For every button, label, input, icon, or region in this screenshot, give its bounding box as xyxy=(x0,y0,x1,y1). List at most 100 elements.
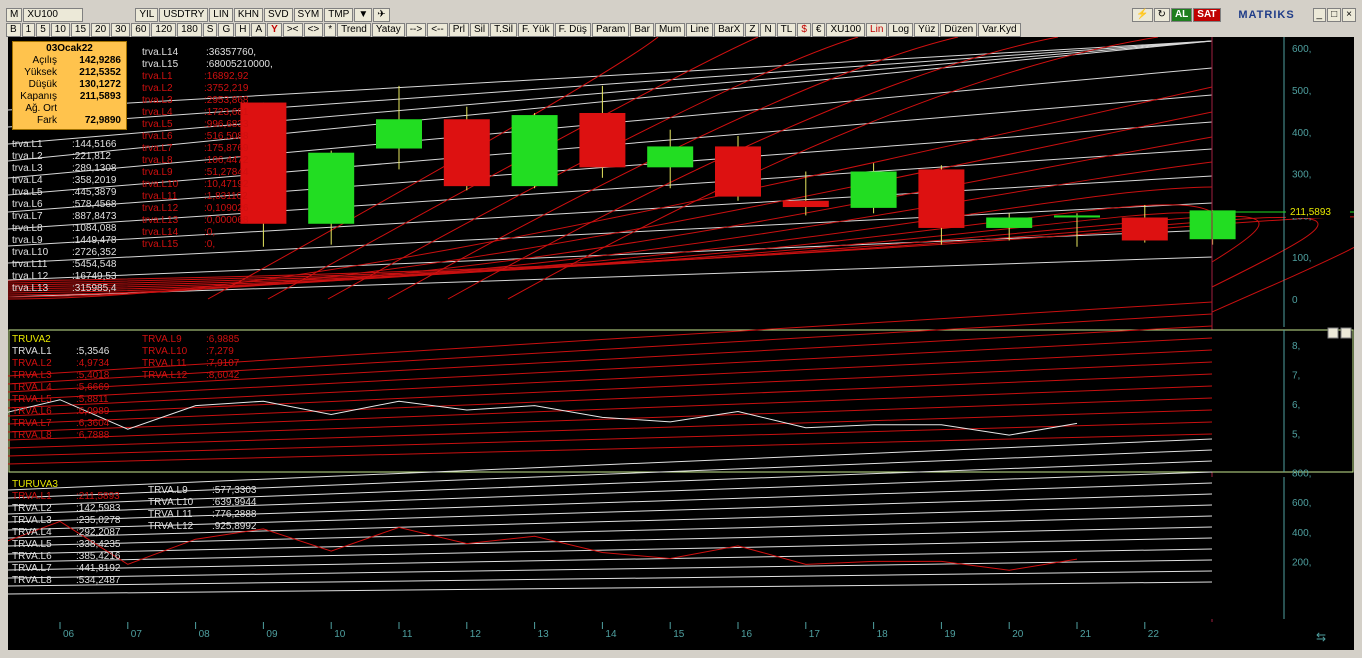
tool-button-15[interactable]: Line xyxy=(686,23,714,37)
truva3-level-label: TRVA.L10 xyxy=(148,497,194,508)
tool-button-2[interactable]: * xyxy=(324,23,337,37)
toolbar-item-usdtry[interactable]: USDTRY xyxy=(159,8,209,22)
period-120[interactable]: 120 xyxy=(151,23,177,37)
tool-button-20[interactable]: $ xyxy=(797,23,811,37)
white-level-label: trva.L6 xyxy=(12,199,43,210)
sell-button[interactable]: SAT xyxy=(1193,8,1221,22)
toolbar-item-tmp[interactable]: TMP xyxy=(324,8,354,22)
red-level-value: :1,831102 xyxy=(204,191,248,202)
tool-button-5[interactable]: --> xyxy=(405,23,427,37)
x-axis-label: 07 xyxy=(131,629,143,640)
chart-type-button[interactable]: M xyxy=(6,8,23,22)
red-level-value: :0,000068 xyxy=(204,215,249,226)
tool-button-27[interactable]: Var.Kyd xyxy=(978,23,1021,37)
truva2-level-label: TRVA.L9 xyxy=(142,334,182,345)
price-axis-label: 400, xyxy=(1292,128,1311,139)
tooltip-row: Açılış 142,9286 xyxy=(13,55,126,67)
period-5[interactable]: 5 xyxy=(36,23,50,37)
toolbar-item-svd[interactable]: SVD xyxy=(263,8,293,22)
toolbar-item-yil[interactable]: YIL xyxy=(135,8,159,22)
red-level-label: trva.L12 xyxy=(142,203,179,214)
red-level-label: trva.L1 xyxy=(142,71,173,82)
truva2-level-label: TRVA.L1 xyxy=(12,346,52,357)
tool-button-23[interactable]: Lin xyxy=(866,23,888,37)
truva3-level-label: TRVA.L11 xyxy=(148,509,193,520)
tool-button-3[interactable]: Trend xyxy=(337,23,371,37)
red-level-label: trva.L13 xyxy=(142,215,179,226)
tool-button-13[interactable]: Bar xyxy=(630,23,654,37)
refresh-icon[interactable]: ↻ xyxy=(1153,8,1170,22)
tool-button-11[interactable]: F. Düş xyxy=(554,23,591,37)
x-axis-label: 19 xyxy=(944,629,956,640)
period-G[interactable]: G xyxy=(218,23,235,37)
period-S[interactable]: S xyxy=(202,23,218,37)
minimize-icon[interactable]: _ xyxy=(1312,8,1327,22)
top-toolbar: M XU100 YIL USDTRY LIN KHN SVD SYM TMP ▼ ✈ ⚡ ↻ AL SAT M… xyxy=(6,7,1356,23)
candle-up xyxy=(850,171,897,208)
tool-button-19[interactable]: TL xyxy=(776,23,797,37)
tooltip-value: 72,9890 xyxy=(84,115,121,126)
tool-button-22[interactable]: XU100 xyxy=(826,23,866,37)
truva2-level-label: TRVA.L5 xyxy=(12,394,52,405)
white-level-label: trva.L13 xyxy=(12,283,49,294)
period-B[interactable]: B xyxy=(6,23,21,37)
tool-button-21[interactable]: € xyxy=(811,23,826,37)
toolbar-item-sym[interactable]: SYM xyxy=(293,8,324,22)
tool-button-4[interactable]: Yatay xyxy=(371,23,405,37)
tool-button-7[interactable]: Prl xyxy=(448,23,469,37)
tool-button-10[interactable]: F. Yük xyxy=(517,23,554,37)
symbol-field[interactable]: XU100 xyxy=(23,8,84,22)
truva2-axis-label: 7, xyxy=(1292,371,1300,382)
period-30[interactable]: 30 xyxy=(111,23,131,37)
tool-button-9[interactable]: T.Sil xyxy=(490,23,517,37)
period-H[interactable]: H xyxy=(235,23,251,37)
candle-up xyxy=(1189,210,1236,240)
tool-button-6[interactable]: <-- xyxy=(427,23,448,37)
buy-button[interactable]: AL xyxy=(1170,8,1193,22)
truva3-level-value: :577,3303 xyxy=(212,485,257,496)
toolbar-item-khn[interactable]: KHN xyxy=(233,8,263,22)
period-20[interactable]: 20 xyxy=(91,23,111,37)
white-level-label: trva.L14 xyxy=(142,47,179,58)
tooltip-label: Açılış xyxy=(32,55,57,66)
period-60[interactable]: 60 xyxy=(131,23,151,37)
period-A[interactable]: A xyxy=(251,23,267,37)
tool-button-14[interactable]: Mum xyxy=(654,23,686,37)
dropdown-icon[interactable]: ▼ xyxy=(354,8,373,22)
tool-button-17[interactable]: Z xyxy=(745,23,760,37)
tool-button-16[interactable]: BarX xyxy=(714,23,745,37)
tool-button-26[interactable]: Düzen xyxy=(940,23,978,37)
period-10[interactable]: 10 xyxy=(50,23,70,37)
truva2-level-label: TRVA.L7 xyxy=(12,418,52,429)
tool-button-25[interactable]: Yüz xyxy=(914,23,940,37)
tool-button-1[interactable]: <> xyxy=(303,23,324,37)
x-axis-label: 17 xyxy=(809,629,821,640)
chart-area[interactable]: 600, 500, 400, 300, 200, 100, 0 211,5893 trva.L1… xyxy=(0,36,1362,650)
price-axis-label: 100, xyxy=(1292,253,1311,264)
maximize-icon[interactable]: □ xyxy=(1327,8,1342,22)
period-1[interactable]: 1 xyxy=(21,23,36,37)
close-icon[interactable]: × xyxy=(1342,8,1356,22)
period-15[interactable]: 15 xyxy=(70,23,91,37)
tooltip-value: 130,1272 xyxy=(79,79,121,90)
tool-button-18[interactable]: N xyxy=(760,23,776,37)
truva3-level-label: TRVA.L8 xyxy=(12,575,52,586)
truva3-level-label: TRVA.L9 xyxy=(148,485,188,496)
truva3-axis-label: 400, xyxy=(1292,528,1311,539)
twitter-icon[interactable]: ✈ xyxy=(373,8,390,22)
tool-button-0[interactable]: >< xyxy=(282,23,303,37)
truva3-level-label: TRVA.L7 xyxy=(12,563,52,574)
period-180[interactable]: 180 xyxy=(177,23,202,37)
tool-button-12[interactable]: Param xyxy=(591,23,630,37)
lightning-icon[interactable]: ⚡ xyxy=(1132,8,1153,22)
tool-button-24[interactable]: Log xyxy=(888,23,914,37)
chart-canvas[interactable]: 600, 500, 400, 300, 200, 100, 0 211,5893 trva.L1… xyxy=(0,36,1362,650)
white-level-value: :5454,548 xyxy=(72,259,117,270)
tooltip-label: Düşük xyxy=(28,79,57,90)
tooltip-label: Kapanış xyxy=(20,91,57,102)
period-Y[interactable]: Y xyxy=(267,23,282,37)
toolbar-item-lin[interactable]: LIN xyxy=(209,8,233,22)
x-axis-label: 16 xyxy=(741,629,753,640)
white-level-value: :68005210000, xyxy=(206,59,273,70)
tool-button-8[interactable]: Sil xyxy=(469,23,490,37)
